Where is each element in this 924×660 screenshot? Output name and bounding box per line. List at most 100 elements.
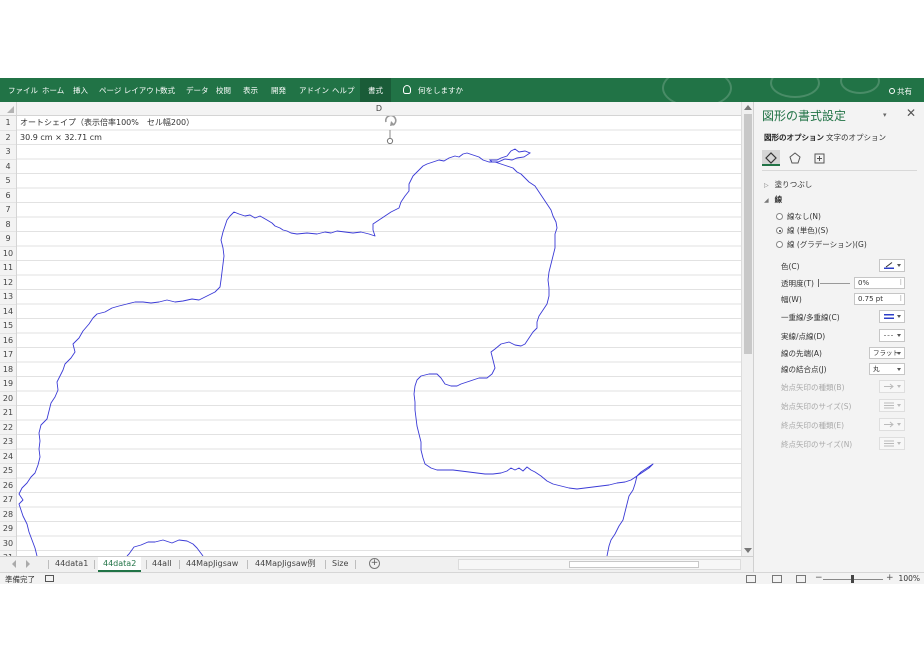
fill-line-icon[interactable] [762, 150, 780, 166]
page-break-view-icon[interactable] [796, 575, 806, 583]
horizontal-scroll-thumb[interactable] [569, 561, 699, 568]
row-header[interactable]: 29 [0, 522, 16, 537]
row-header[interactable]: 27 [0, 493, 16, 508]
row-header[interactable]: 2 [0, 131, 16, 145]
sheet-tab-44data2[interactable]: 44data2 [98, 557, 142, 572]
macro-record-icon[interactable] [45, 575, 54, 582]
row-header[interactable]: 30 [0, 537, 16, 551]
tell-me-search[interactable]: 何をしますか [403, 78, 463, 102]
row-header[interactable]: 14 [0, 305, 16, 319]
sheet-tab-44mapjigsaw-example[interactable]: 44MapJigsaw例 [255, 557, 315, 572]
column-header-d[interactable]: D [17, 102, 741, 116]
island-outline[interactable] [488, 148, 531, 163]
row-header[interactable]: 25 [0, 464, 16, 479]
scroll-up-icon[interactable] [744, 105, 752, 110]
row-header[interactable]: 5 [0, 174, 16, 189]
transparency-input[interactable]: 0% [854, 277, 905, 289]
radio-solid-line[interactable]: 線 (単色)(S) [776, 225, 828, 236]
begin-arrow-size-button[interactable] [879, 399, 905, 412]
end-arrow-type-button[interactable] [879, 418, 905, 431]
row-header[interactable]: 10 [0, 247, 16, 261]
prev-sheet-icon[interactable] [12, 560, 16, 568]
row-header[interactable]: 24 [0, 450, 16, 464]
join-type-select[interactable]: 丸 [869, 363, 905, 375]
width-input[interactable]: 0.75 pt [854, 293, 905, 305]
sheet-tab-44mapjigsaw[interactable]: 44MapJigsaw [186, 557, 238, 572]
row-header[interactable]: 17 [0, 348, 16, 363]
scroll-down-icon[interactable] [744, 548, 752, 553]
tab-insert[interactable]: 挿入 [73, 78, 88, 102]
tab-data[interactable]: データ [186, 78, 209, 102]
sheet-tab-44data1[interactable]: 44data1 [55, 557, 88, 572]
sheet-tab-44all[interactable]: 44all [152, 557, 172, 572]
tab-developer[interactable]: 開発 [271, 78, 286, 102]
rotate-handle-icon[interactable] [384, 116, 397, 126]
row-header[interactable]: 4 [0, 160, 16, 174]
tab-formulas[interactable]: 数式 [160, 78, 175, 102]
row-header[interactable]: 15 [0, 319, 16, 334]
tab-shape-options[interactable]: 図形のオプション [764, 132, 824, 143]
row-header[interactable]: 21 [0, 406, 16, 421]
compound-type-button[interactable] [879, 310, 905, 323]
row-header[interactable]: 23 [0, 435, 16, 450]
sheet-tab-size[interactable]: Size [332, 557, 348, 572]
radio-gradient-line[interactable]: 線 (グラデーション)(G) [776, 239, 867, 250]
row-header[interactable]: 3 [0, 145, 16, 160]
row-header[interactable]: 11 [0, 261, 16, 276]
row-header[interactable]: 12 [0, 276, 16, 290]
zoom-out-button[interactable]: − [815, 573, 823, 583]
pane-options-icon[interactable]: ▾ [883, 111, 887, 119]
tab-view[interactable]: 表示 [243, 78, 258, 102]
row-header[interactable]: 28 [0, 508, 16, 522]
row-header[interactable]: 18 [0, 363, 16, 377]
radio-no-line[interactable]: 線なし(N) [776, 211, 821, 222]
size-properties-icon[interactable] [810, 150, 828, 166]
worksheet-area[interactable]: D 1 2 3 4 5 6 7 8 9 10 11 12 13 14 15 16… [0, 102, 741, 556]
vertical-scrollbar[interactable] [741, 102, 753, 556]
tab-home[interactable]: ホーム [42, 78, 64, 102]
end-arrow-size-button[interactable] [879, 437, 905, 450]
cap-type-select[interactable]: フラット [869, 347, 905, 359]
zoom-slider-knob[interactable] [851, 575, 854, 583]
share-button[interactable]: 共有 [889, 78, 912, 102]
add-sheet-button[interactable]: + [369, 558, 380, 569]
tab-help[interactable]: ヘルプ [332, 78, 355, 102]
normal-view-icon[interactable] [746, 575, 756, 583]
effects-icon[interactable] [786, 150, 804, 166]
dash-type-button[interactable] [879, 329, 905, 342]
row-header[interactable]: 19 [0, 377, 16, 392]
row-header[interactable]: 1 [0, 116, 16, 131]
tab-review[interactable]: 校閲 [216, 78, 231, 102]
row-header[interactable]: 16 [0, 334, 16, 348]
begin-arrow-type-button[interactable] [879, 380, 905, 393]
row-header[interactable]: 6 [0, 189, 16, 203]
row-header[interactable]: 8 [0, 218, 16, 232]
prop-width-label: 幅(W) [781, 295, 802, 304]
section-fill[interactable]: ▷ 塗りつぶし [764, 179, 812, 190]
tab-file[interactable]: ファイル [8, 78, 38, 102]
tab-text-options[interactable]: 文字のオプション [826, 132, 886, 143]
row-header[interactable]: 20 [0, 392, 16, 406]
row-header[interactable]: 13 [0, 290, 16, 305]
coastline-outline[interactable] [18, 152, 654, 556]
page-layout-view-icon[interactable] [772, 575, 782, 583]
vertical-scroll-thumb[interactable] [744, 114, 752, 354]
next-sheet-icon[interactable] [26, 560, 30, 568]
row-header[interactable]: 26 [0, 479, 16, 493]
row-header[interactable]: 7 [0, 203, 16, 218]
horizontal-scrollbar[interactable] [458, 559, 741, 570]
tab-page-layout[interactable]: ページ レイアウト [99, 78, 161, 102]
tab-format[interactable]: 書式 [360, 78, 391, 102]
row-header[interactable]: 22 [0, 421, 16, 435]
tab-addins[interactable]: アドイン [299, 78, 329, 102]
select-all-corner[interactable] [0, 102, 17, 116]
close-icon[interactable]: ✕ [906, 106, 916, 120]
zoom-level[interactable]: 100% [899, 574, 920, 583]
section-line[interactable]: ◢ 線 [764, 194, 782, 205]
map-autoshape[interactable] [17, 116, 741, 556]
transparency-slider[interactable] [818, 279, 850, 287]
resize-handle-icon[interactable] [386, 137, 394, 145]
zoom-in-button[interactable]: + [886, 573, 894, 583]
line-color-button[interactable] [879, 259, 905, 272]
row-header[interactable]: 9 [0, 232, 16, 247]
